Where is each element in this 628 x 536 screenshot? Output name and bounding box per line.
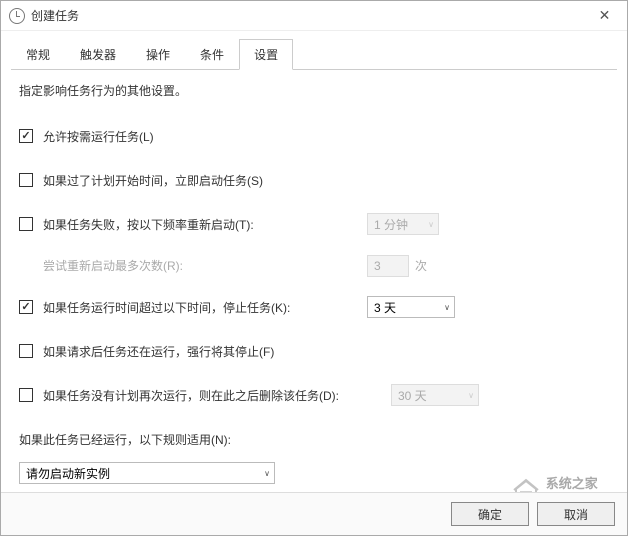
checkbox-stop-if-longer[interactable] <box>19 300 33 314</box>
row-restart-on-fail: 如果任务失败，按以下频率重新启动(T): 1 分钟 ∨ <box>19 213 609 235</box>
input-restart-attempts: 3 <box>367 255 409 277</box>
chevron-down-icon: ∨ <box>444 303 450 312</box>
dropdown-restart-interval: 1 分钟 ∨ <box>367 213 439 235</box>
content-area: 常规 触发器 操作 条件 设置 指定影响任务行为的其他设置。 允许按需运行任务(… <box>1 31 627 492</box>
dropdown-instance-rule[interactable]: 请勿启动新实例 ∨ <box>19 462 275 484</box>
dropdown-delete-after-value: 30 天 <box>398 387 460 404</box>
row-delete-if-not-scheduled: 如果任务没有计划再次运行，则在此之后删除该任务(D): 30 天 ∨ <box>19 384 609 406</box>
label-restart-on-fail: 如果任务失败，按以下频率重新启动(T): <box>43 216 254 233</box>
window-title: 创建任务 <box>31 7 582 24</box>
close-button[interactable]: ✕ <box>582 1 627 31</box>
dropdown-instance-rule-value: 请勿启动新实例 <box>26 465 256 482</box>
row-already-running: 如果此任务已经运行，以下规则适用(N): <box>19 428 609 450</box>
row-stop-if-longer: 如果任务运行时间超过以下时间，停止任务(K): 3 天 ∨ <box>19 296 609 318</box>
checkbox-allow-demand-run[interactable] <box>19 129 33 143</box>
row-allow-demand-run: 允许按需运行任务(L) <box>19 125 609 147</box>
label-stop-if-longer: 如果任务运行时间超过以下时间，停止任务(K): <box>43 299 290 316</box>
tab-actions[interactable]: 操作 <box>131 39 185 69</box>
chevron-down-icon: ∨ <box>428 220 434 229</box>
label-restart-attempts: 尝试重新启动最多次数(R): <box>43 257 183 274</box>
clock-icon <box>9 8 25 24</box>
label-allow-demand-run: 允许按需运行任务(L) <box>43 128 154 145</box>
checkbox-run-after-missed[interactable] <box>19 173 33 187</box>
panel-description: 指定影响任务行为的其他设置。 <box>19 82 609 99</box>
label-run-after-missed: 如果过了计划开始时间，立即启动任务(S) <box>43 172 263 189</box>
checkbox-force-stop[interactable] <box>19 344 33 358</box>
tab-general[interactable]: 常规 <box>11 39 65 69</box>
row-force-stop: 如果请求后任务还在运行，强行将其停止(F) <box>19 340 609 362</box>
dropdown-delete-after: 30 天 ∨ <box>391 384 479 406</box>
ok-button[interactable]: 确定 <box>451 502 529 526</box>
tab-bar: 常规 触发器 操作 条件 设置 <box>11 39 617 70</box>
chevron-down-icon: ∨ <box>264 469 270 478</box>
label-force-stop: 如果请求后任务还在运行，强行将其停止(F) <box>43 343 274 360</box>
settings-panel: 指定影响任务行为的其他设置。 允许按需运行任务(L) 如果过了计划开始时间，立即… <box>11 70 617 492</box>
label-already-running: 如果此任务已经运行，以下规则适用(N): <box>19 431 231 448</box>
dropdown-stop-duration[interactable]: 3 天 ∨ <box>367 296 455 318</box>
cancel-button[interactable]: 取消 <box>537 502 615 526</box>
checkbox-delete-if-not-scheduled[interactable] <box>19 388 33 402</box>
dropdown-restart-interval-value: 1 分钟 <box>374 216 420 233</box>
titlebar: 创建任务 ✕ <box>1 1 627 31</box>
tab-settings[interactable]: 设置 <box>239 39 293 70</box>
row-run-after-missed: 如果过了计划开始时间，立即启动任务(S) <box>19 169 609 191</box>
chevron-down-icon: ∨ <box>468 391 474 400</box>
row-restart-attempts: 尝试重新启动最多次数(R): 3 次 <box>19 257 609 274</box>
tab-conditions[interactable]: 条件 <box>185 39 239 69</box>
checkbox-restart-on-fail[interactable] <box>19 217 33 231</box>
footer: 确定 取消 <box>1 492 627 535</box>
tab-triggers[interactable]: 触发器 <box>65 39 131 69</box>
label-attempts-unit: 次 <box>415 257 427 274</box>
dropdown-stop-duration-value: 3 天 <box>374 299 436 316</box>
label-delete-if-not-scheduled: 如果任务没有计划再次运行，则在此之后删除该任务(D): <box>43 387 339 404</box>
